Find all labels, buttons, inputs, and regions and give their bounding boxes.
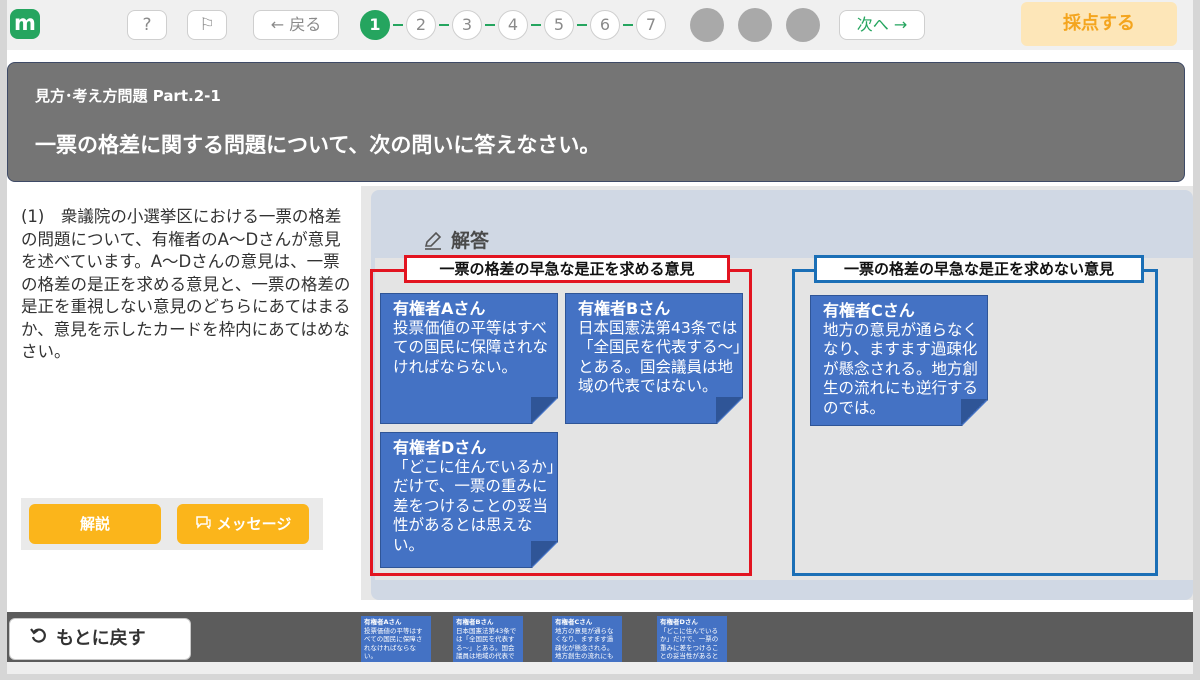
step-placeholder xyxy=(786,8,820,42)
card-thumbnail[interactable]: 有権者Aさん 投票価値の平等はすべての国民に保障されなければならない。 xyxy=(361,616,431,662)
step-connector xyxy=(439,24,449,26)
top-bar: m ? ⚐ ← 戻る 1 2 3 4 5 6 7 次へ → 採点する xyxy=(7,0,1193,50)
drop-zone-correct-not-needed-title: 一票の格差の早急な是正を求めない意見 xyxy=(814,255,1144,283)
question-subtitle: 見方･考え方問題 Part.2-1 xyxy=(35,87,221,105)
undo-icon xyxy=(30,619,48,659)
next-button[interactable]: 次へ → xyxy=(839,10,925,40)
next-button-label: 次へ → xyxy=(856,15,908,34)
app-logo: m xyxy=(10,9,40,39)
step-4[interactable]: 4 xyxy=(498,10,528,40)
question-text: (1) 衆議院の小選挙区における一票の格差の問題について、有権者のA〜Dさんが意… xyxy=(21,207,351,361)
card-voter-name: 有権者Dさん xyxy=(393,438,487,457)
opinion-card-b[interactable]: 有権者Bさん 日本国憲法第43条では「全国民を代表する〜」とある。国会議員は地域… xyxy=(565,293,743,424)
question-title: 一票の格差に関する問題について、次の問いに答えなさい。 xyxy=(35,133,601,157)
chat-bubble-icon xyxy=(195,505,211,545)
reset-button-label: もとに戻す xyxy=(56,628,146,649)
card-voter-name: 有権者Aさん xyxy=(393,299,486,318)
answer-heading-label: 解答 xyxy=(451,230,490,252)
step-placeholder xyxy=(690,8,724,42)
opinion-card-d[interactable]: 有権者Dさん 「どこに住んでいるか」だけで、一票の重みに差をつけることの妥当性が… xyxy=(380,432,558,568)
step-1[interactable]: 1 xyxy=(360,10,390,40)
bottom-bar: もとに戻す 有権者Aさん 投票価値の平等はすべての国民に保障されなければならない… xyxy=(7,612,1193,662)
message-button[interactable]: メッセージ xyxy=(177,504,309,544)
flag-button[interactable]: ⚐ xyxy=(187,10,227,40)
card-opinion-text: 日本国憲法第43条では「全国民を代表する〜」とある。国会議員は地域の代表ではない… xyxy=(578,318,741,395)
step-connector xyxy=(623,24,633,26)
card-thumbnail[interactable]: 有権者Bさん 日本国憲法第43条では「全国民を代表する〜」とある。国会議員は地域… xyxy=(453,616,523,662)
help-icon: ? xyxy=(142,15,152,35)
card-voter-name: 有権者Bさん xyxy=(578,299,671,318)
help-button[interactable]: ? xyxy=(127,10,167,40)
card-thumbnail[interactable]: 有権者Dさん 「どこに住んでいるか」だけで、一票の重みに差をつけることの妥当性が… xyxy=(657,616,727,662)
step-7[interactable]: 7 xyxy=(636,10,666,40)
back-button[interactable]: ← 戻る xyxy=(253,10,339,40)
flag-icon: ⚐ xyxy=(199,15,215,35)
card-thumbnail[interactable]: 有権者Cさん 地方の意見が通らなくなり、ますます過疎化が懸念される。地方創生の流… xyxy=(552,616,622,662)
step-placeholder xyxy=(738,8,772,42)
step-6[interactable]: 6 xyxy=(590,10,620,40)
bottom-strip xyxy=(7,662,1193,674)
step-5[interactable]: 5 xyxy=(544,10,574,40)
card-opinion-text: 投票価値の平等はすべての国民に保障されなければならない。 xyxy=(393,318,549,376)
opinion-card-a[interactable]: 有権者Aさん 投票価値の平等はすべての国民に保障されなければならない。 xyxy=(380,293,558,424)
step-connector xyxy=(393,24,403,26)
step-connector xyxy=(577,24,587,26)
pencil-icon xyxy=(423,230,451,252)
tool-bar: 解説 メッセージ xyxy=(21,498,323,550)
step-2[interactable]: 2 xyxy=(406,10,436,40)
answer-heading: 解答 xyxy=(423,226,489,253)
drop-zone-correct-needed-title: 一票の格差の早急な是正を求める意見 xyxy=(404,255,730,283)
explanation-button-label: 解説 xyxy=(79,515,110,533)
reset-button[interactable]: もとに戻す xyxy=(9,618,191,660)
card-voter-name: 有権者Cさん xyxy=(823,301,915,320)
question-header: 見方･考え方問題 Part.2-1 一票の格差に関する問題について、次の問いに答… xyxy=(7,62,1185,182)
opinion-card-c[interactable]: 有権者Cさん 地方の意見が通らなくなり、ますます過疎化が懸念される。地方創生の流… xyxy=(810,295,988,426)
message-button-label: メッセージ xyxy=(216,515,292,533)
step-connector xyxy=(485,24,495,26)
back-button-label: ← 戻る xyxy=(270,15,322,34)
step-3[interactable]: 3 xyxy=(452,10,482,40)
app-frame: m ? ⚐ ← 戻る 1 2 3 4 5 6 7 次へ → 採点する 見方･考え… xyxy=(7,0,1193,674)
score-button-label: 採点する xyxy=(1063,13,1135,34)
explanation-button[interactable]: 解説 xyxy=(29,504,161,544)
score-button[interactable]: 採点する xyxy=(1021,2,1177,46)
step-connector xyxy=(531,24,541,26)
